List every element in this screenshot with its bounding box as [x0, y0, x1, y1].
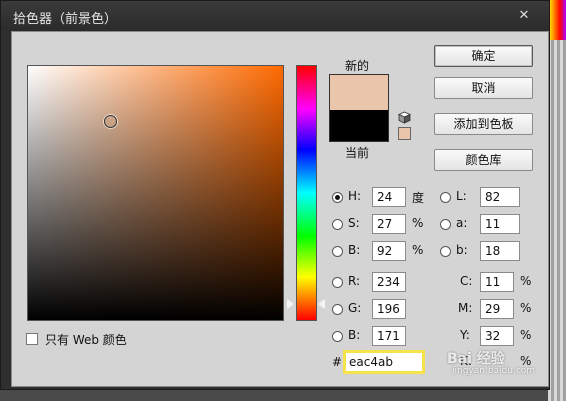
radio-green[interactable]: [332, 304, 343, 315]
brightness-unit: %: [412, 243, 424, 257]
saturation-brightness-field[interactable]: [27, 65, 284, 321]
radio-blue[interactable]: [332, 331, 343, 342]
close-button[interactable]: ✕: [509, 7, 539, 24]
red-input[interactable]: 234: [372, 272, 406, 292]
green-input[interactable]: 196: [372, 299, 406, 319]
web-colors-only-checkbox[interactable]: [26, 333, 38, 345]
blue-input[interactable]: 171: [372, 326, 406, 346]
dialog-title: 拾色器（前景色）: [13, 12, 118, 27]
cyan-label: C:: [460, 274, 473, 288]
hue-label: H:: [348, 189, 362, 203]
green-label: G:: [348, 301, 362, 315]
background-swatch-strip: [548, 0, 566, 401]
magenta-label: M:: [458, 301, 473, 315]
radio-brightness[interactable]: [332, 246, 343, 257]
cyan-unit: %: [520, 274, 532, 288]
current-color-label: 当前: [345, 146, 370, 160]
color-picker-marker[interactable]: [104, 115, 117, 128]
saturation-input[interactable]: 27: [372, 214, 406, 234]
lab-b-input[interactable]: 18: [480, 241, 520, 261]
yellow-unit: %: [520, 328, 532, 342]
hex-label: #: [332, 355, 343, 369]
hue-input[interactable]: 24: [372, 187, 406, 207]
current-color-swatch[interactable]: [329, 110, 389, 142]
new-color-label: 新的: [345, 59, 370, 73]
radio-red[interactable]: [332, 277, 343, 288]
yellow-input[interactable]: 32: [480, 326, 514, 346]
lab-l-input[interactable]: 82: [480, 187, 520, 207]
radio-lab-a[interactable]: [440, 219, 451, 230]
out-of-gamut-cube-icon[interactable]: [398, 111, 411, 124]
add-to-swatches-button[interactable]: 添加到色板: [434, 113, 533, 135]
cancel-button[interactable]: 取消: [434, 77, 533, 99]
web-colors-only-label: 只有 Web 颜色: [45, 333, 127, 347]
color-libraries-button[interactable]: 颜色库: [434, 149, 533, 171]
magenta-input[interactable]: 29: [480, 299, 514, 319]
hue-slider-handle-right[interactable]: [318, 299, 325, 309]
lab-l-label: L:: [456, 189, 467, 203]
saturation-unit: %: [412, 216, 424, 230]
dialog-body: 新的 当前 确定 取消 添加到色板 颜色库 H: 24 度 S: 27 % B:…: [11, 31, 549, 387]
saturation-label: S:: [348, 216, 360, 230]
lab-b-label: b:: [456, 243, 468, 257]
hue-slider[interactable]: [296, 65, 317, 321]
new-color-swatch: [329, 74, 389, 110]
web-safe-color-swatch[interactable]: [398, 127, 411, 140]
color-picker-dialog: 拾色器（前景色） ✕ 新的 当前 确定 取消 添加到色板 颜色库 H: 24 度: [0, 0, 550, 390]
hex-input[interactable]: eac4ab: [343, 350, 425, 374]
title-bar: 拾色器（前景色） ✕: [1, 1, 549, 31]
blue-label: B:: [348, 328, 361, 342]
hue-slider-handle-left[interactable]: [287, 299, 294, 309]
brightness-label: B:: [348, 243, 361, 257]
watermark-url: jingyan.baidu.com: [452, 366, 536, 376]
lab-a-label: a:: [456, 216, 468, 230]
radio-saturation[interactable]: [332, 219, 343, 230]
radio-lab-l[interactable]: [440, 192, 451, 203]
radio-lab-b[interactable]: [440, 246, 451, 257]
red-label: R:: [348, 274, 361, 288]
hue-unit: 度: [412, 191, 425, 205]
yellow-label: Y:: [460, 328, 470, 342]
ok-button[interactable]: 确定: [434, 45, 533, 67]
radio-hue[interactable]: [332, 192, 343, 203]
cyan-input[interactable]: 11: [480, 272, 514, 292]
brightness-input[interactable]: 92: [372, 241, 406, 261]
lab-a-input[interactable]: 11: [480, 214, 520, 234]
watermark-logo: Bai 经验: [447, 351, 505, 367]
magenta-unit: %: [520, 301, 532, 315]
